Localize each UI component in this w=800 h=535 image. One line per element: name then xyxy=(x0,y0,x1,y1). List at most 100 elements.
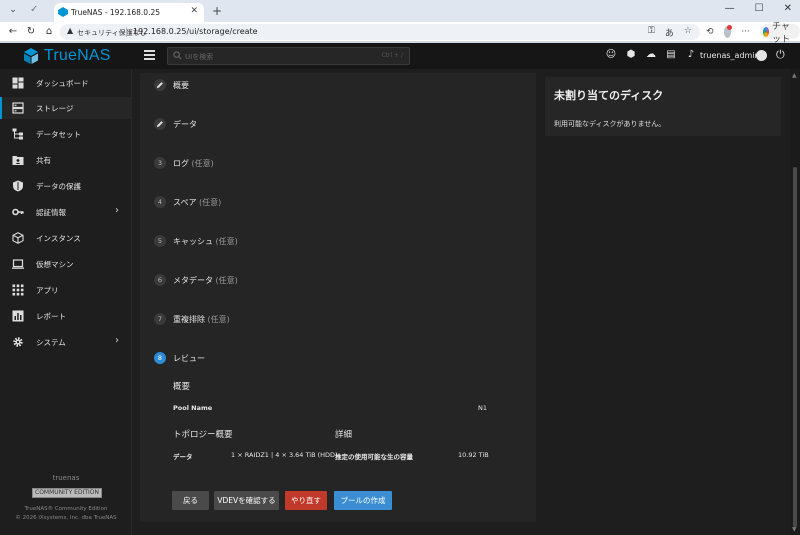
step-review[interactable]: 8 レビュー xyxy=(154,352,514,366)
translate-icon[interactable]: あ xyxy=(665,26,674,39)
optional-tag: (任意) xyxy=(215,237,238,246)
step-number: 4 xyxy=(154,196,166,208)
back-arrow-icon[interactable]: ← xyxy=(6,25,20,39)
step-cache[interactable]: 5 キャッシュ (任意) xyxy=(154,235,514,249)
sidebar-item-datasets[interactable]: データセット xyxy=(0,123,132,145)
sidebar-item-instances[interactable]: インスタンス xyxy=(0,227,132,249)
window-controls: — ☐ ✕ xyxy=(725,3,792,14)
step-label: ログ (任意) xyxy=(173,159,214,168)
shares-icon xyxy=(12,156,24,165)
capacity-value: 10.92 TiB xyxy=(458,451,489,459)
gear-icon xyxy=(13,337,23,347)
sidebar-item-system[interactable]: システム › xyxy=(0,331,132,353)
hostname: truenas xyxy=(52,474,80,482)
key-icon[interactable]: ⚿ xyxy=(648,26,655,39)
collapsed-tab-icon[interactable]: ✓ xyxy=(30,4,44,16)
sidebar-item-reports[interactable]: レポート xyxy=(0,305,132,327)
more-menu-icon[interactable]: ··· xyxy=(741,27,750,37)
jobs-clipboard-icon[interactable]: ▤ xyxy=(665,49,677,61)
step-spare[interactable]: 4 スペア (任意) xyxy=(154,196,514,210)
tab-close-icon[interactable]: ✕ xyxy=(190,6,198,16)
sidebar-item-label: 仮想マシン xyxy=(36,260,74,269)
data-vdev-value: 1 × RAIDZ1 | 4 × 3.64 TiB (HDD) xyxy=(231,451,338,459)
maximize-button[interactable]: ☐ xyxy=(755,3,764,14)
sidebar-item-label: 認証情報 xyxy=(36,208,66,217)
sidebar-item-label: インスタンス xyxy=(36,234,81,243)
sidebar-item-credentials[interactable]: 認証情報 › xyxy=(0,201,132,223)
chat-logo-icon xyxy=(762,26,769,37)
sidebar-item-label: レポート xyxy=(36,312,66,321)
create-pool-button[interactable]: プールの作成 xyxy=(334,491,392,510)
sidebar-item-storage[interactable]: ストレージ xyxy=(0,97,132,119)
reload-icon[interactable]: ↻ xyxy=(24,25,38,39)
menu-toggle-icon[interactable] xyxy=(144,50,155,60)
pencil-icon xyxy=(157,82,163,88)
inspect-vdevs-button[interactable]: VDEVを確認する xyxy=(214,491,279,510)
address-divider xyxy=(126,27,127,37)
chart-icon xyxy=(12,310,24,322)
laptop-icon xyxy=(12,259,24,269)
sidebar-item-label: ダッシュボード xyxy=(36,79,89,88)
step-number: 3 xyxy=(154,157,166,169)
data-vdev-label: データ xyxy=(173,453,193,461)
sidebar-item-apps[interactable]: アプリ xyxy=(0,279,132,301)
step-label: スペア (任意) xyxy=(173,198,222,207)
step-label: データ xyxy=(173,120,197,129)
truecommand-icon[interactable]: ⬢ xyxy=(625,49,637,61)
back-button[interactable]: 戻る xyxy=(172,491,209,510)
close-window-button[interactable]: ✕ xyxy=(784,3,792,14)
scroll-up-icon[interactable]: ▲ xyxy=(792,72,797,79)
step-log[interactable]: 3 ログ (任意) xyxy=(154,157,514,171)
feedback-smiley-icon[interactable]: ☺ xyxy=(605,49,617,61)
panel-title: 未割り当てのディスク xyxy=(554,89,664,102)
step-number: 6 xyxy=(154,274,166,286)
topbar-icons: ☺ ⬢ ☁ ▤ ♪ xyxy=(605,49,697,61)
favorite-star-icon[interactable]: ☆ xyxy=(684,26,692,39)
profile-avatar-icon[interactable] xyxy=(723,24,732,38)
apps-icon xyxy=(12,284,24,296)
step-dedup[interactable]: 7 重複排除 (任意) xyxy=(154,313,514,327)
warning-icon[interactable]: ▲ xyxy=(67,26,73,35)
optional-tag: (任意) xyxy=(207,315,230,324)
scroll-thumb[interactable] xyxy=(793,167,797,527)
sidebar-item-dashboard[interactable]: ダッシュボード xyxy=(0,72,132,94)
new-tab-button[interactable]: + xyxy=(212,4,222,18)
unassigned-disks-panel: 未割り当てのディスク 利用可能なディスクがありません。 xyxy=(545,77,781,136)
copyright-text[interactable]: © 2026 iXsystems, Inc. dba TrueNAS xyxy=(0,515,132,521)
step-data[interactable]: データ xyxy=(154,118,514,132)
cube-icon xyxy=(12,232,24,244)
legal-text: TrueNAS® Community Edition xyxy=(24,506,108,512)
step-general[interactable]: 概要 xyxy=(154,79,514,93)
url-text[interactable]: 192.168.0.25/ui/storage/create xyxy=(133,27,258,36)
step-metadata[interactable]: 6 メタデータ (任意) xyxy=(154,274,514,288)
page-scrollbar[interactable]: ▲ ▼ xyxy=(790,69,800,535)
ui-search-input[interactable]: UIを検索 Ctrl + / xyxy=(167,47,410,65)
account-circle-icon[interactable] xyxy=(756,50,767,61)
scroll-down-icon[interactable]: ▼ xyxy=(792,526,797,533)
extensions-icon[interactable]: ⟲ xyxy=(706,27,714,37)
browser-tab[interactable]: TrueNAS - 192.168.0.25 ✕ xyxy=(54,3,204,22)
tab-list-icon[interactable]: ⌄ xyxy=(6,5,20,17)
sidebar-item-virtual-machines[interactable]: 仮想マシン xyxy=(0,253,132,275)
truenas-favicon-icon xyxy=(58,7,68,17)
username[interactable]: truenas_admin xyxy=(700,51,760,60)
chat-button[interactable]: チャット xyxy=(759,22,800,45)
step-label: メタデータ (任意) xyxy=(173,276,238,285)
browser-tab-bar: ⌄ ✓ TrueNAS - 192.168.0.25 ✕ + — ☐ ✕ xyxy=(0,0,800,22)
step-label: 概要 xyxy=(173,81,189,90)
directory-services-icon[interactable]: ☁ xyxy=(645,49,657,61)
power-icon[interactable]: ⏻ xyxy=(776,48,785,62)
minimize-button[interactable]: — xyxy=(725,3,735,14)
address-bar[interactable]: ▲ セキュリティ保護なし 192.168.0.25/ui/storage/cre… xyxy=(60,24,700,40)
start-over-button[interactable]: やり直す xyxy=(285,491,327,510)
home-icon[interactable]: ⌂ xyxy=(42,25,56,39)
sidebar-item-shares[interactable]: 共有 xyxy=(0,149,132,171)
chevron-right-icon: › xyxy=(115,205,119,216)
step-number: 8 xyxy=(154,352,166,364)
edition-badge: COMMUNITY EDITION xyxy=(32,488,102,498)
brand-logo[interactable]: TrueNAS xyxy=(22,47,111,65)
sidebar-item-label: データセット xyxy=(36,130,81,139)
sidebar-item-data-protection[interactable]: データの保護 xyxy=(0,175,132,197)
notifications-bell-icon[interactable]: ♪ xyxy=(685,49,697,61)
storage-icon xyxy=(12,102,24,114)
